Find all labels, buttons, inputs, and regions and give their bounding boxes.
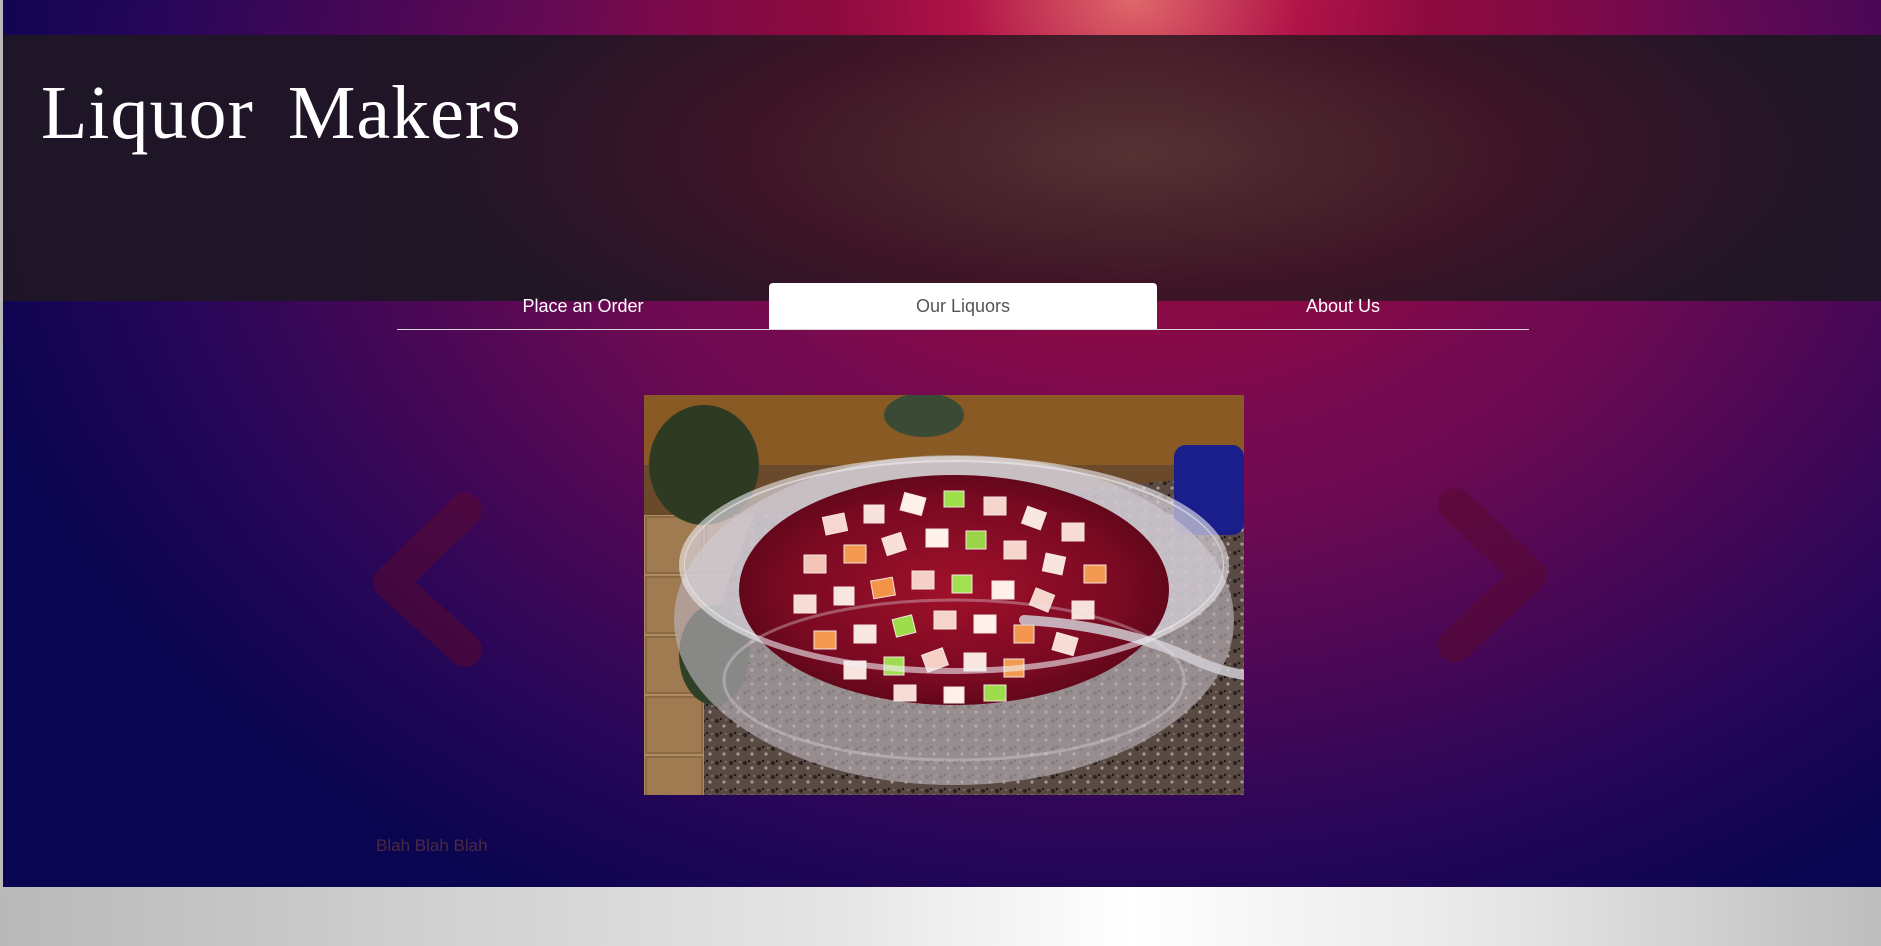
nav-place-order[interactable]: Place an Order [397, 283, 769, 329]
carousel-image [644, 395, 1244, 795]
carousel-prev-button[interactable] [355, 490, 495, 670]
chevron-right-icon [1438, 488, 1547, 662]
chevron-left-icon [373, 493, 482, 667]
page: Liquor Makers Place an Order Our Liquors… [0, 0, 1881, 946]
carousel-caption: Blah Blah Blah [376, 836, 488, 855]
nav-our-liquors[interactable]: Our Liquors [769, 283, 1157, 329]
site-header: Liquor Makers Place an Order Our Liquors… [3, 35, 1881, 330]
nav-about-us[interactable]: About Us [1157, 283, 1529, 329]
carousel-next-button[interactable] [1425, 485, 1565, 665]
site-title: Liquor Makers [41, 71, 522, 155]
main-nav: Place an Order Our Liquors About Us [397, 283, 1529, 330]
punch-bowl-image [644, 395, 1244, 795]
